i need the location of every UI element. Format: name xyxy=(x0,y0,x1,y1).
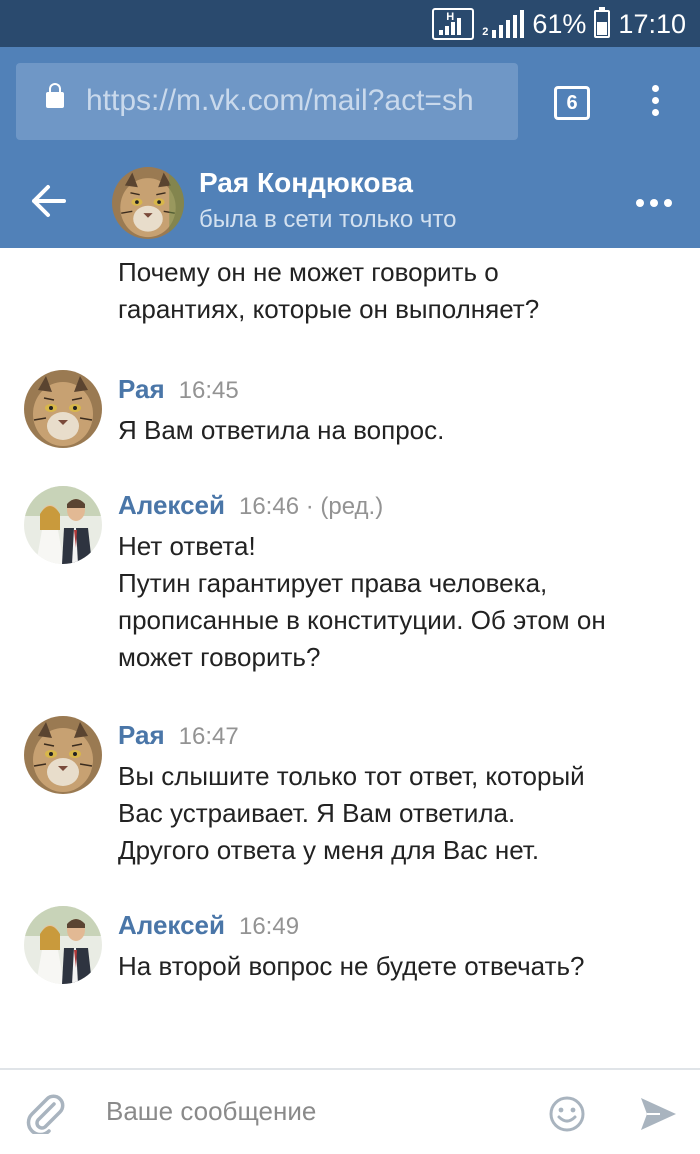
browser-toolbar: https://m.vk.com/mail?act=sh 6 xyxy=(0,47,700,155)
clock: 17:10 xyxy=(618,8,686,39)
lynx-avatar-image xyxy=(24,716,102,794)
message-time: 16:49 xyxy=(238,913,300,940)
message-list: Почему он не может говорить о гарантиях,… xyxy=(0,248,700,1068)
avatar[interactable] xyxy=(24,486,102,564)
message-composer xyxy=(0,1068,700,1154)
avatar[interactable] xyxy=(112,167,184,239)
status-icons: H 2 61% 17:10 xyxy=(432,6,686,42)
avatar[interactable] xyxy=(24,716,102,794)
avatar[interactable] xyxy=(24,906,102,984)
kebab-icon[interactable] xyxy=(648,85,662,123)
message-text: Нет ответа! Путин гарантирует права чело… xyxy=(118,528,688,676)
battery-percent: 61% xyxy=(532,8,587,39)
more-dots-icon[interactable] xyxy=(636,199,672,209)
couple-photo-avatar-image xyxy=(24,486,102,564)
message-line: Другого ответа у меня для Вас нет. xyxy=(118,835,540,865)
message-author[interactable]: Алексей xyxy=(118,490,225,520)
chat-partner-name[interactable]: Рая Кондюкова xyxy=(199,167,413,199)
message-text: Я Вам ответила на вопрос. xyxy=(118,412,688,449)
message-author[interactable]: Рая xyxy=(118,374,165,404)
message-text: Вы слышите только тот ответ, который Вас… xyxy=(118,758,688,869)
message-author[interactable]: Алексей xyxy=(118,910,225,940)
message-line: Я Вам ответила на вопрос. xyxy=(118,415,445,445)
sim-label: 2 xyxy=(482,26,489,38)
chat-header: Рая Кондюкова была в сети только что xyxy=(0,155,700,248)
message-meta: Рая 16:45 xyxy=(118,374,239,405)
message-line: Нет ответа! xyxy=(118,531,256,561)
network-type-icon: H xyxy=(432,8,475,40)
message-time: 16:46 xyxy=(238,493,300,520)
online-status: была в сети только что xyxy=(199,206,457,233)
message-meta: Алексей 16:49 xyxy=(118,910,299,941)
message-line: может говорить? xyxy=(118,642,321,672)
message-line: гарантиях, которые он выполняет? xyxy=(118,294,540,324)
message-line: прописанные в конституции. Об этом он xyxy=(118,605,606,635)
status-bar: H 2 61% 17:10 xyxy=(0,0,700,47)
message-author[interactable]: Рая xyxy=(118,720,165,750)
message-meta: Алексей 16:46 · (ред.) xyxy=(118,490,383,521)
message-meta: Рая 16:47 xyxy=(118,720,239,751)
send-icon[interactable] xyxy=(638,1095,678,1133)
paperclip-icon[interactable] xyxy=(24,1092,66,1134)
message-text: На второй вопрос не будете отвечать? xyxy=(118,948,688,985)
edited-label: · (ред.) xyxy=(299,493,384,520)
url-text[interactable]: https://m.vk.com/mail?act=sh xyxy=(86,84,474,118)
message-line: Вы слышите только тот ответ, который xyxy=(118,761,585,791)
tab-switcher-button[interactable]: 6 xyxy=(554,86,590,120)
lynx-avatar-image xyxy=(24,370,102,448)
couple-photo-avatar-image xyxy=(24,906,102,984)
signal-icon: 2 xyxy=(482,10,525,38)
message-line: Вас устраивает. Я Вам ответила. xyxy=(118,798,516,828)
avatar[interactable] xyxy=(24,370,102,448)
message-time: 16:47 xyxy=(178,723,239,750)
message-input[interactable] xyxy=(106,1096,526,1127)
arrow-left-icon[interactable] xyxy=(28,183,68,219)
message-time: 16:45 xyxy=(178,377,239,404)
battery-icon xyxy=(594,7,611,38)
lynx-avatar-image xyxy=(112,167,184,239)
address-bar[interactable]: https://m.vk.com/mail?act=sh xyxy=(16,63,518,140)
smiley-icon[interactable] xyxy=(548,1095,586,1133)
lock-icon xyxy=(46,83,64,108)
message-line: Путин гарантирует права человека, xyxy=(118,568,548,598)
message-line: На второй вопрос не будете отвечать? xyxy=(118,951,585,981)
message-line: Почему он не может говорить о xyxy=(118,257,499,287)
partial-message-text: Почему он не может говорить о гарантиях,… xyxy=(118,254,539,328)
